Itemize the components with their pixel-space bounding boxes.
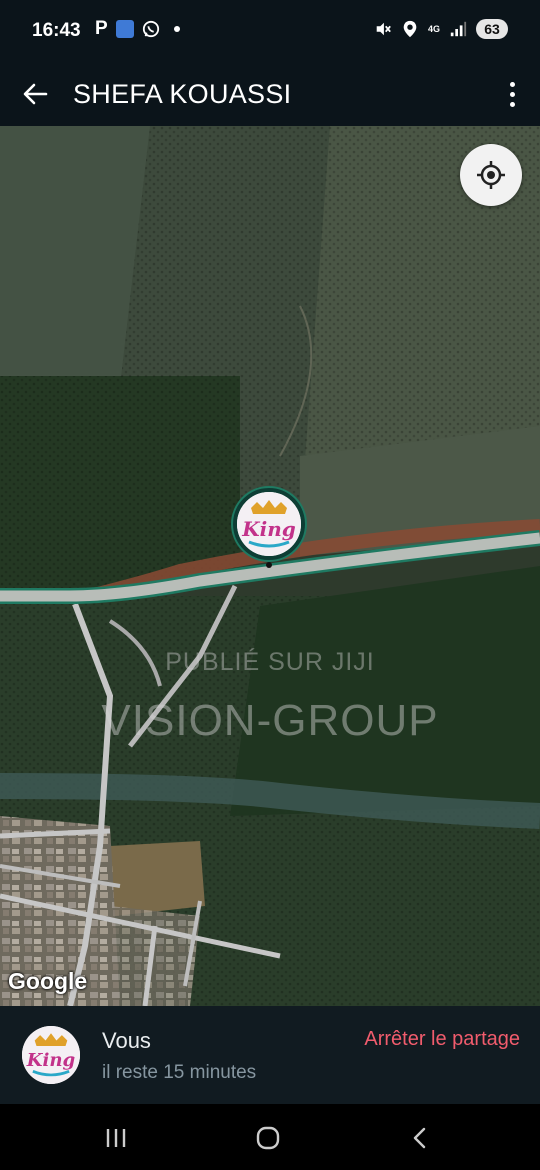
mute-icon [376,22,391,36]
whatsapp-icon [142,20,159,38]
app-bar: SHEFA KOUASSI [0,62,540,126]
sharer-name: Vous [102,1028,151,1053]
signal-icon [450,21,467,37]
back-button[interactable] [18,74,52,114]
my-location-button[interactable] [460,144,522,206]
king-logo-image: King [22,1026,80,1084]
status-bar: 16:43 P 4G 63 [0,0,540,62]
location-pin-dot [266,562,272,568]
p-indicator: P [95,18,108,39]
live-location-share-bar: King Vous il reste 15 minutes Arrêter le… [0,1006,540,1104]
nav-back-icon [413,1127,426,1149]
system-navigation-bar [0,1104,540,1170]
svg-text:King: King [241,517,296,541]
news-app-icon [115,20,134,38]
location-icon [403,20,417,38]
page-title: SHEFA KOUASSI [73,79,292,109]
arrow-left-icon [23,83,48,105]
home-circle-icon [256,1126,280,1150]
network-type: 4G [427,23,440,34]
home-button[interactable] [238,1118,298,1158]
status-system-icons: 4G 63 [374,19,508,39]
avatar: King [22,1026,80,1084]
status-notification-icons: P [95,18,180,40]
live-location-map[interactable]: King PUBLIÉ SUR JIJI VISION-GROUP Google [0,126,540,1006]
more-vertical-icon [509,81,515,87]
stop-sharing-button[interactable]: Arrêter le partage [364,1028,520,1051]
notification-dot [173,26,180,32]
watermark-published: PUBLIÉ SUR JIJI [165,648,375,676]
recents-button[interactable] [86,1118,146,1158]
watermark-brand: VISION-GROUP [101,696,439,745]
king-logo-image: King [237,492,301,556]
status-time: 16:43 [32,20,81,41]
google-logo: Google [8,968,88,994]
recents-icon [106,1129,126,1147]
user-location-avatar[interactable]: King [233,488,305,560]
time-remaining: il reste 15 minutes [102,1062,257,1083]
nav-back-button[interactable] [390,1118,450,1158]
svg-text:King: King [26,1050,76,1071]
more-options-button[interactable] [500,74,524,114]
my-location-icon [477,161,505,189]
battery-level: 63 [476,19,508,39]
